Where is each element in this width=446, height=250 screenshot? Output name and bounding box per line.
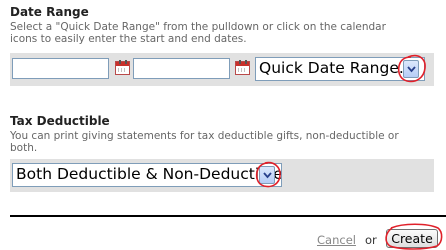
calendar-icon[interactable]	[115, 60, 130, 75]
tax-deductible-description: You can print giving statements for tax …	[10, 130, 399, 154]
or-text: or	[365, 233, 377, 247]
section-divider	[10, 215, 446, 217]
tax-deductible-heading: Tax Deductible	[10, 114, 110, 128]
start-date-input[interactable]	[12, 58, 109, 79]
quick-date-range-select[interactable]: Quick Date Range...	[255, 57, 425, 81]
tax-deductible-select[interactable]: Both Deductible & Non-Deductible	[12, 163, 282, 187]
chevron-down-icon	[263, 172, 272, 179]
tax-deductible-description-line: both.	[10, 142, 38, 154]
tax-deductible-dropdown-button[interactable]	[259, 166, 275, 184]
date-range-description: Select a "Quick Date Range" from the pul…	[10, 21, 386, 45]
tax-deductible-value: Both Deductible & Non-Deductible	[16, 165, 282, 183]
chevron-down-icon	[407, 66, 416, 73]
cancel-link[interactable]: Cancel	[317, 233, 356, 247]
date-range-description-line: icons to easily enter the start and end …	[10, 33, 247, 45]
date-range-description-line: Select a "Quick Date Range" from the pul…	[10, 21, 386, 33]
date-range-heading: Date Range	[10, 5, 89, 19]
quick-date-range-dropdown-button[interactable]	[403, 60, 419, 78]
calendar-icon[interactable]	[235, 60, 250, 75]
end-date-input[interactable]	[133, 58, 230, 79]
quick-date-range-value: Quick Date Range...	[259, 59, 414, 77]
create-button[interactable]: Create	[386, 229, 438, 248]
tax-deductible-description-line: You can print giving statements for tax …	[10, 130, 399, 142]
